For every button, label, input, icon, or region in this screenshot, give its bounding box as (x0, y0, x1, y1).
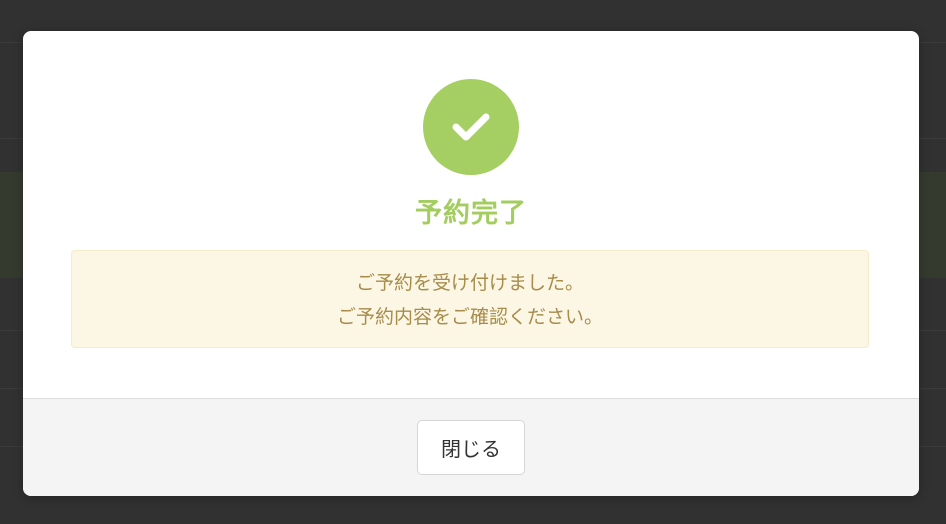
checkmark-icon (452, 113, 490, 141)
message-line-2: ご予約内容をご確認ください。 (336, 306, 603, 328)
dialog-footer: 閉じる (23, 398, 919, 496)
close-button[interactable]: 閉じる (417, 420, 525, 475)
dialog-title: 予約完了 (415, 198, 527, 229)
reservation-complete-dialog: 予約完了 ご予約を受け付けました。 ご予約内容をご確認ください。 閉じる (23, 31, 919, 496)
dialog-body: 予約完了 ご予約を受け付けました。 ご予約内容をご確認ください。 (23, 31, 919, 398)
check-circle-icon (423, 79, 519, 175)
message-line-1: ご予約を受け付けました。 (355, 272, 584, 294)
confirmation-message-box: ご予約を受け付けました。 ご予約内容をご確認ください。 (71, 250, 869, 348)
